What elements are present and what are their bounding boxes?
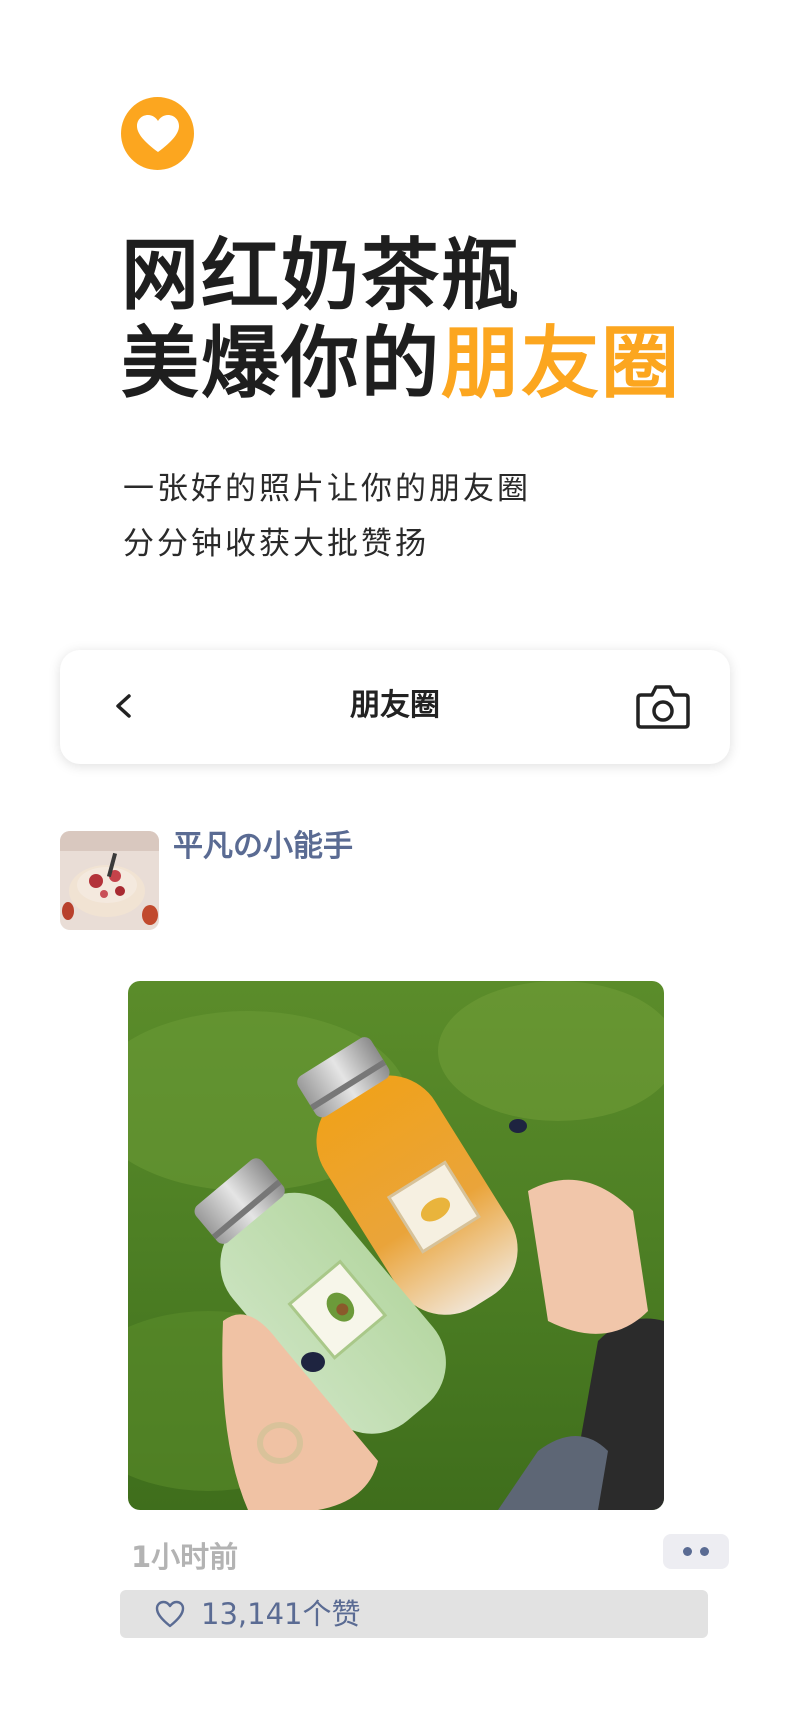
headline-line2-accent: 朋友圈	[441, 319, 682, 409]
subtitle: 一张好的照片让你的朋友圈 分分钟收获大批赞扬	[123, 462, 531, 572]
more-dot-icon	[700, 1547, 709, 1556]
milk-tea-bottles-photo	[128, 981, 664, 1510]
navbar-title: 朋友圈	[350, 688, 440, 723]
subtitle-line2: 分分钟收获大批赞扬	[123, 526, 429, 562]
more-dot-icon	[683, 1547, 692, 1556]
camera-icon	[636, 685, 690, 729]
more-actions-button[interactable]	[663, 1534, 729, 1569]
subtitle-line1: 一张好的照片让你的朋友圈	[123, 471, 531, 507]
post-photo[interactable]	[128, 981, 664, 1510]
avatar[interactable]	[60, 831, 159, 930]
camera-button[interactable]	[636, 682, 690, 730]
like-heart-icon[interactable]	[155, 1600, 185, 1628]
post-time: 1小时前	[131, 1540, 239, 1574]
likes-count: 13,141个赞	[201, 1597, 361, 1631]
heart-icon	[136, 114, 179, 152]
headline-line1: 网红奶茶瓶	[121, 231, 522, 321]
headline-line2-plain: 美爆你的	[121, 319, 442, 409]
headline: 网红奶茶瓶 美爆你的朋友圈	[121, 232, 681, 408]
likes-bar: 13,141个赞	[120, 1590, 708, 1638]
heart-badge-icon	[121, 97, 194, 170]
headline-line2: 美爆你的朋友圈	[121, 320, 681, 408]
avatar-image	[60, 831, 159, 930]
username[interactable]: 平凡の小能手	[173, 825, 353, 869]
moments-navbar: 朋友圈	[60, 650, 730, 764]
